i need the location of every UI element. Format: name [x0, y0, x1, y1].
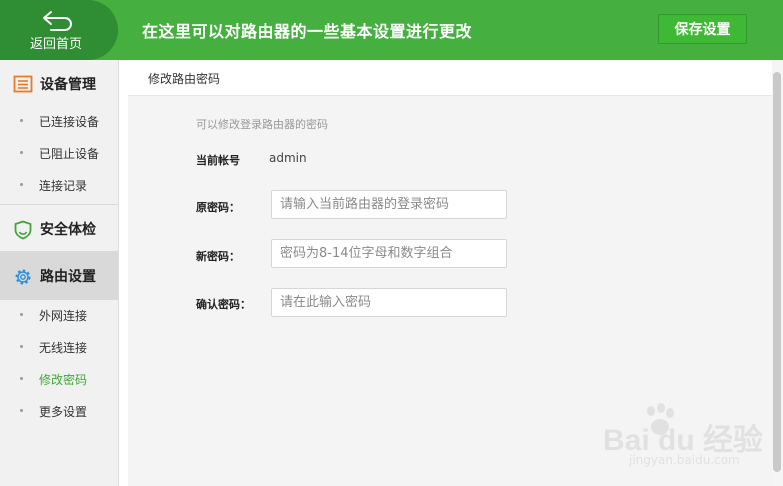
sidebar-item-label: 已阻止设备	[39, 147, 100, 161]
sidebar-section-security-check[interactable]: 安全体检	[0, 205, 118, 253]
sidebar: 设备管理 已连接设备 已阻止设备 连接记录 安全体检 路由设置 外网连接 无线连…	[0, 60, 119, 486]
sidebar-item-label: 连接记录	[39, 179, 88, 193]
sidebar-section-router-settings[interactable]: 路由设置	[0, 252, 118, 300]
gear-icon	[15, 269, 31, 285]
bullet-dot	[20, 377, 23, 380]
scrollbar-thumb[interactable]	[773, 72, 781, 472]
sidebar-item-label: 无线连接	[39, 341, 88, 355]
home-label: 返回首页	[29, 37, 82, 52]
scrollbar[interactable]	[772, 60, 783, 486]
panel-title: 修改路由密码	[148, 72, 221, 86]
banner-title: 在这里可以对路由器的一些基本设置进行更改	[142, 22, 473, 41]
baidu-jingyan-watermark: Bai du 经验 jingyan.baidu.com	[603, 401, 771, 479]
confirm-password-label: 确认密码：	[196, 298, 251, 311]
list-icon	[13, 75, 33, 93]
sidebar-item-wan[interactable]: 外网连接	[0, 299, 118, 331]
sidebar-section-device-management[interactable]: 设备管理	[0, 60, 118, 108]
bullet-dot	[20, 313, 23, 316]
panel-header: 修改路由密码	[128, 60, 772, 96]
back-arrow-icon	[43, 11, 72, 31]
account-label: 当前帐号	[196, 154, 240, 167]
sidebar-item-change-password[interactable]: 修改密码	[0, 363, 118, 395]
sidebar-item-wireless[interactable]: 无线连接	[0, 331, 118, 363]
home-button[interactable]: 返回首页	[0, 0, 118, 60]
shield-icon	[14, 220, 32, 240]
save-button[interactable]: 保存设置	[658, 14, 747, 44]
confirm-password-input[interactable]	[271, 288, 507, 317]
bullet-dot	[20, 409, 23, 412]
sidebar-section-label: 路由设置	[40, 269, 96, 285]
sidebar-item-label: 更多设置	[39, 405, 88, 419]
form-hint: 可以修改登录路由器的密码	[196, 118, 328, 131]
sidebar-item-label: 修改密码	[39, 373, 88, 387]
sidebar-item-label: 外网连接	[39, 309, 88, 323]
old-password-input[interactable]	[271, 190, 507, 219]
bullet-dot	[20, 151, 23, 154]
sidebar-item-blocked-devices[interactable]: 已阻止设备	[0, 137, 118, 169]
account-value: admin	[269, 151, 307, 165]
sidebar-item-connection-log[interactable]: 连接记录	[0, 169, 118, 201]
new-password-input[interactable]	[271, 239, 507, 268]
sidebar-item-more-settings[interactable]: 更多设置	[0, 395, 118, 427]
watermark-url: jingyan.baidu.com	[629, 453, 740, 467]
bullet-dot	[20, 345, 23, 348]
sidebar-section-label: 设备管理	[40, 77, 96, 93]
new-password-label: 新密码：	[196, 250, 240, 263]
old-password-label: 原密码：	[196, 201, 240, 214]
bullet-dot	[20, 119, 23, 122]
sidebar-section-label: 安全体检	[40, 222, 96, 238]
sidebar-item-connected-devices[interactable]: 已连接设备	[0, 105, 118, 137]
bullet-dot	[20, 183, 23, 186]
top-bar: 返回首页 在这里可以对路由器的一些基本设置进行更改 保存设置	[0, 0, 783, 60]
sidebar-item-label: 已连接设备	[39, 115, 100, 129]
